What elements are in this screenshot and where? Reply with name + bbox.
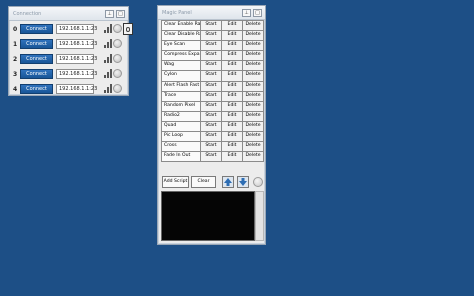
connection-index: 0 [13,26,18,33]
signal-icon [103,84,112,94]
connect-button[interactable]: Connect [20,54,53,64]
connection-row-0: 0 Connect 192.168.1.1:23 [9,23,133,36]
signal-icon [103,39,112,49]
pin-button[interactable]: ⊥ [105,9,114,18]
connection-index: 1 [13,41,18,48]
script-row: Clear Enable Ran...StartEditDelete [161,20,264,32]
script-row: Wag Start Edit Delete [161,60,264,72]
status-indicator-icon [113,54,122,63]
status-indicator-icon [113,84,122,93]
script-name: Fade In Out [161,151,201,163]
script-row: Random Pixel Start Edit Delete [161,100,264,112]
delete-button[interactable]: Delete [242,151,264,163]
connection-index: 3 [13,71,18,78]
signal-icon [103,54,112,64]
ip-address-field[interactable]: 192.168.1.1:23 [56,24,97,34]
magic-panel-window: Magic Panel ⊥ □ Clear Enable Ran...Start… [157,5,266,245]
status-indicator-icon [113,69,122,78]
script-row: Compress ExpandStartEditDelete [161,50,264,62]
connection-index: 4 [13,86,18,93]
console-scrollbar[interactable] [255,191,264,241]
connect-button[interactable]: Connect [20,84,53,94]
connection-row-4: 4 Connect 192.168.1.1:23 [9,84,128,96]
pin-button[interactable]: ⊥ [242,8,251,17]
signal-icon [103,69,112,79]
disconnect-icon[interactable] [123,23,133,35]
close-button[interactable]: □ [116,9,125,18]
connect-button[interactable]: Connect [20,39,53,49]
move-down-icon[interactable] [237,176,249,188]
script-row: Trace Start Edit Delete [161,90,264,102]
output-console[interactable] [161,191,255,241]
connection-row-1: 1 Connect 192.168.1.1:23 [9,39,128,51]
status-indicator-icon [113,24,122,33]
script-row: Clear Disable Ra...StartEditDelete [161,30,264,42]
script-row: Cylon Start Edit Delete [161,70,264,82]
ip-address-field[interactable]: 192.168.1.1:23 [56,54,97,64]
connection-window: Connection ⊥ □ 0 Connect 192.168.1.1:23 … [8,6,133,96]
start-button[interactable]: Start [200,151,222,163]
script-row: Radio2 Start Edit Delete [161,110,264,122]
move-up-icon[interactable] [222,176,234,188]
add-script-button[interactable]: Add Script [162,176,189,188]
script-toolbar: Add Script Clear [161,176,264,189]
connection-title: Connection [13,10,42,17]
script-row: Alert Flash Fast Start Edit Delete [161,80,264,92]
clear-button[interactable]: Clear [191,176,216,188]
script-row: Pic Loop Start Edit Delete [161,131,264,143]
ip-address-field[interactable]: 192.168.1.1:23 [56,69,97,79]
magic-panel-titlebar[interactable]: Magic Panel ⊥ □ [158,6,265,20]
status-indicator-icon [113,39,122,48]
script-row: Fade In Out Start Edit Delete [161,151,264,163]
edit-button[interactable]: Edit [221,151,243,163]
connect-button[interactable]: Connect [20,69,53,79]
script-row: Cross Start Edit Delete [161,141,264,153]
magic-panel-title: Magic Panel [162,9,192,16]
script-row: Eye Scan Start Edit Delete [161,40,264,52]
script-row: Quad Start Edit Delete [161,120,264,133]
connection-row-3: 3 Connect 192.168.1.1:23 [9,69,128,81]
script-list: Clear Enable Ran...StartEditDeleteClear … [161,20,264,163]
connection-index: 2 [13,56,18,63]
signal-icon [103,24,112,34]
close-button[interactable]: □ [253,8,262,17]
refresh-icon[interactable] [253,177,263,187]
connection-titlebar[interactable]: Connection ⊥ □ [9,7,128,21]
ip-address-field[interactable]: 192.168.1.1:23 [56,84,97,94]
connect-button[interactable]: Connect [20,24,53,34]
connection-row-2: 2 Connect 192.168.1.1:23 [9,54,128,66]
ip-address-field[interactable]: 192.168.1.1:23 [56,39,97,49]
